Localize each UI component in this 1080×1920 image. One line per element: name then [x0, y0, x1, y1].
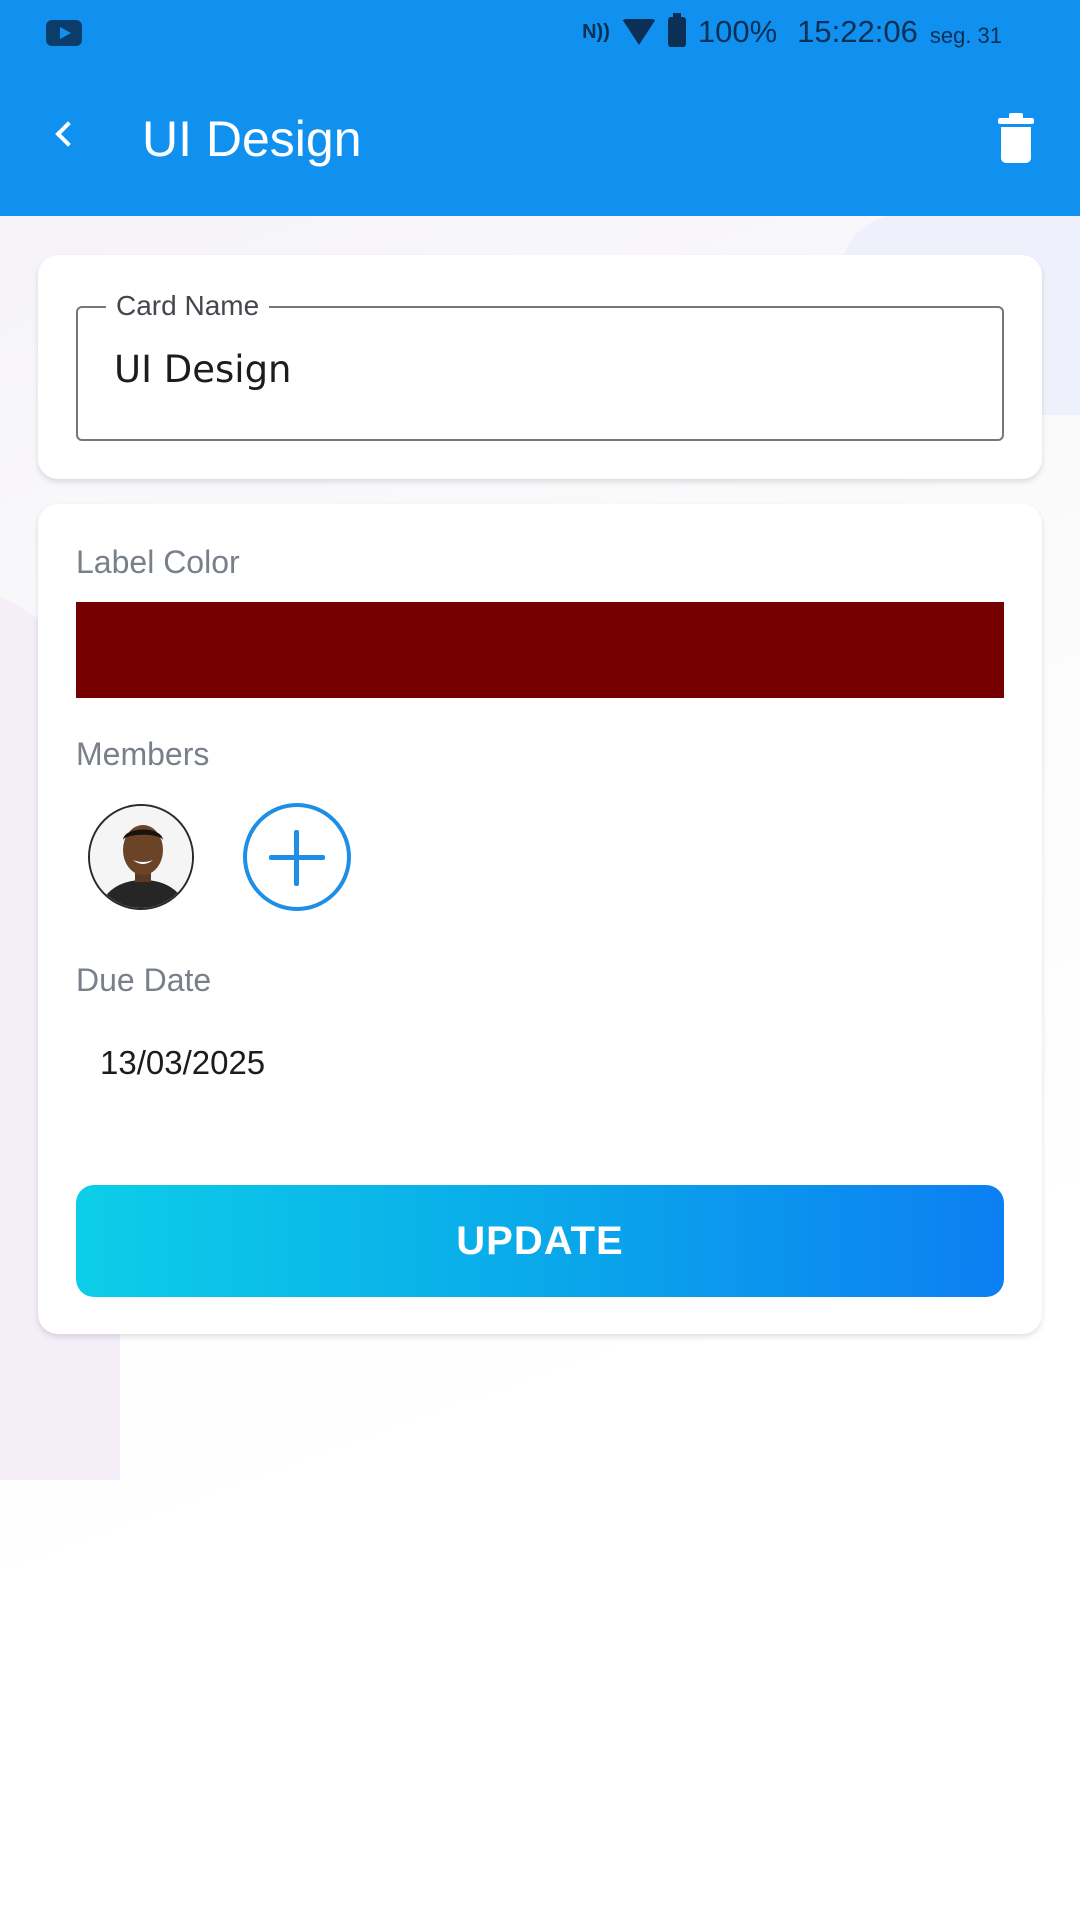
add-member-button[interactable]: [243, 803, 351, 911]
clock: 15:22:06: [797, 14, 918, 49]
youtube-notification-icon: [46, 20, 82, 46]
delete-button[interactable]: [992, 112, 1044, 168]
update-button[interactable]: UPDATE: [76, 1185, 1004, 1297]
battery-percent: 100%: [697, 14, 778, 49]
members-title: Members: [76, 736, 210, 772]
card-name-input[interactable]: [114, 348, 974, 391]
status-bar: N)) 100% 15:22:06 seg. 31: [0, 0, 1080, 66]
card-details-card: Label Color Members Due Date 13/03/2025 …: [38, 504, 1042, 1334]
battery-icon: [667, 13, 686, 47]
trash-icon: [998, 113, 1034, 124]
card-name-label: Card Name: [106, 290, 270, 322]
trash-icon-body: [1001, 127, 1031, 163]
page-title: UI Design: [142, 111, 362, 167]
app-bar: N)) 100% 15:22:06 seg. 31 UI Design: [0, 0, 1080, 216]
member-avatar[interactable]: [88, 804, 194, 910]
status-icons: N)) 100% 15:22:06 seg. 31: [582, 12, 1002, 52]
chevron-left-icon: [55, 121, 81, 147]
plus-icon-stroke: [294, 830, 299, 886]
label-color-title: Label Color: [76, 544, 240, 580]
back-button[interactable]: [36, 106, 92, 162]
label-color-swatch[interactable]: [76, 602, 1004, 698]
screen: N)) 100% 15:22:06 seg. 31 UI Design Card…: [0, 0, 1080, 1920]
card-name-field[interactable]: Card Name: [76, 290, 1004, 441]
due-date-value[interactable]: 13/03/2025: [100, 1044, 265, 1082]
wifi-icon: [621, 19, 656, 45]
nfc-icon: N)): [582, 20, 610, 43]
person-photo: [90, 806, 192, 908]
card-name-card: Card Name: [38, 255, 1042, 479]
day-label: seg. 31: [929, 23, 1002, 48]
due-date-title: Due Date: [76, 962, 212, 998]
